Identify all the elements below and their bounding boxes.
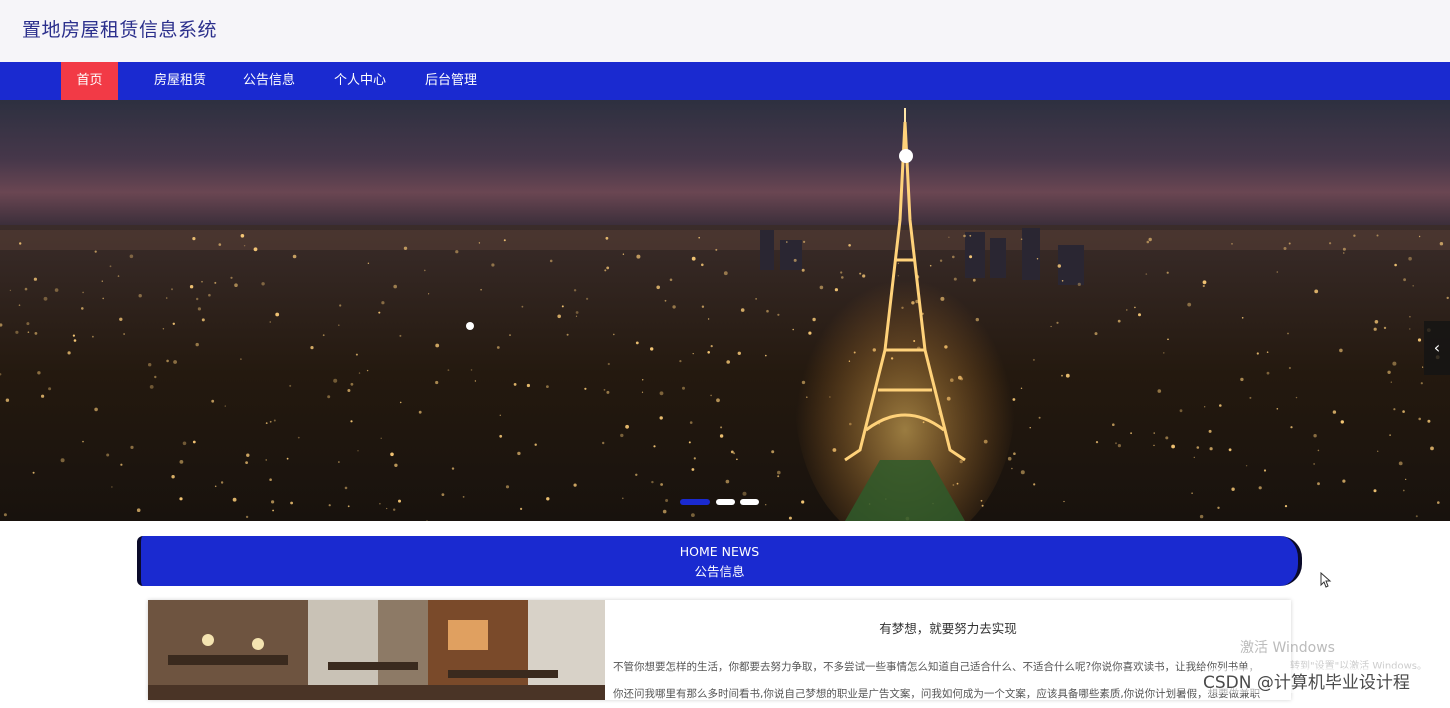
nav-item-home[interactable]: 首页 [61, 62, 118, 100]
news-heading-cn: 公告信息 [694, 564, 745, 579]
nav-item-house-rental[interactable]: 房屋租赁 [145, 62, 215, 100]
nav-item-personal-center[interactable]: 个人中心 [325, 62, 395, 100]
nav-item-announcements[interactable]: 公告信息 [234, 62, 304, 100]
hotel-dining-room-image [148, 600, 605, 700]
main-nav: 首页 房屋租赁 公告信息 个人中心 后台管理 [0, 62, 1450, 100]
news-card[interactable]: 有梦想，就要努力去实现 不管你想要怎样的生活，你都要去努力争取，不多尝试一些事情… [148, 600, 1291, 700]
carousel-dot-3[interactable] [740, 499, 759, 505]
carousel-dot-1[interactable] [680, 499, 710, 505]
chevron-left-icon[interactable]: ‹ [1424, 321, 1450, 375]
hero-carousel[interactable]: ‹ [0, 100, 1450, 521]
mouse-cursor-icon [1320, 572, 1332, 588]
carousel-dot-2[interactable] [716, 499, 735, 505]
news-card-excerpt-line-2: 你还问我哪里有那么多时间看书,你说自己梦想的职业是广告文案，问我如何成为一个文案… [613, 688, 1261, 700]
news-card-excerpt-line-1: 不管你想要怎样的生活，你都要去努力争取，不多尝试一些事情怎么知道自己适合什么、不… [613, 661, 1260, 673]
csdn-source-watermark: CSDN @计算机毕业设计程 [1203, 668, 1410, 693]
site-header: 置地房屋租赁信息系统 [0, 0, 1450, 62]
news-heading-en: HOME NEWS [679, 544, 760, 559]
windows-activation-watermark: 激活 Windows [1240, 640, 1335, 656]
home-news-heading-bar: HOME NEWS 公告信息 [137, 536, 1302, 586]
night-city-eiffel-tower-image [0, 108, 1450, 521]
nav-item-admin[interactable]: 后台管理 [416, 62, 486, 100]
news-card-title[interactable]: 有梦想，就要努力去实现 [605, 618, 1291, 637]
site-title: 置地房屋租赁信息系统 [22, 19, 218, 41]
